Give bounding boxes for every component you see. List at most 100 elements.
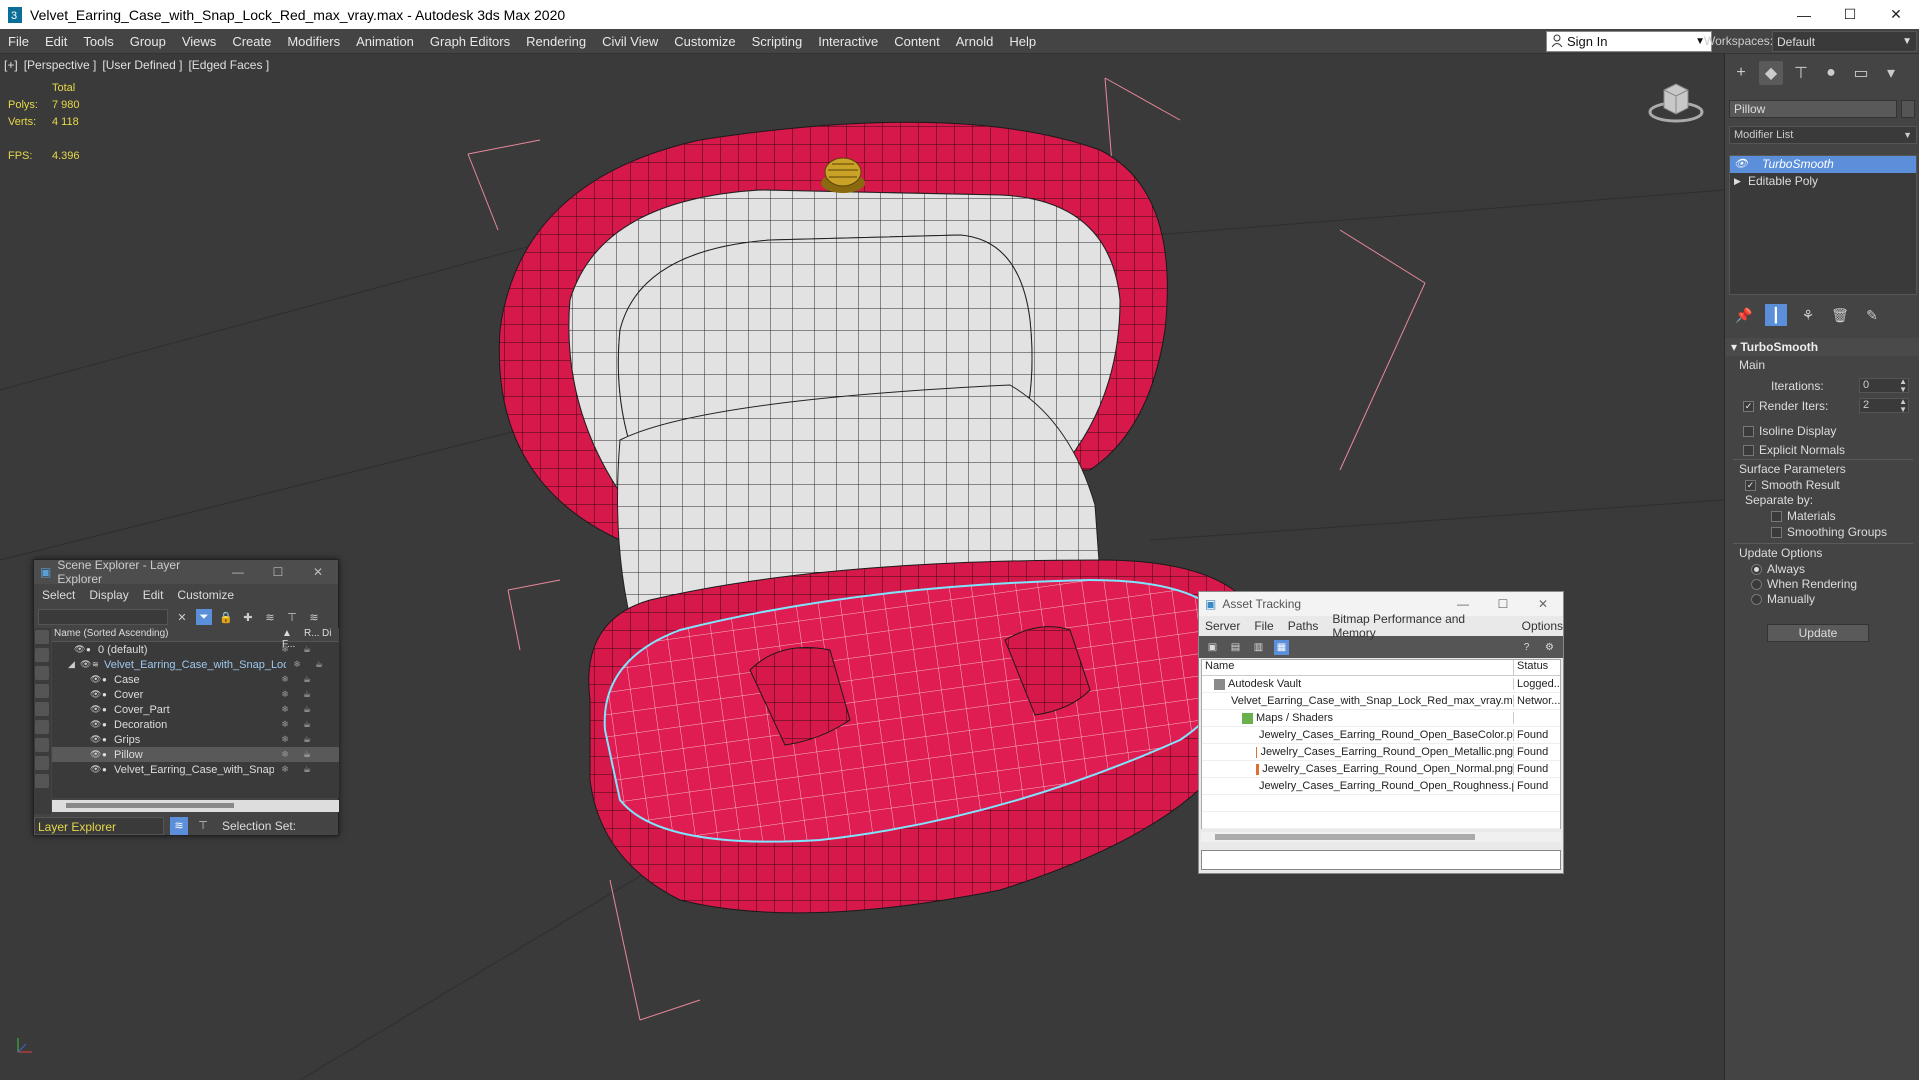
- menu-scripting[interactable]: Scripting: [744, 29, 811, 54]
- render-icon[interactable]: ☕: [296, 689, 318, 700]
- pin-stack-icon[interactable]: 📌: [1733, 304, 1755, 326]
- menu-edit[interactable]: Edit: [37, 29, 75, 54]
- filter-shapes-icon[interactable]: [35, 648, 49, 662]
- freeze-icon[interactable]: ❄: [274, 764, 296, 775]
- search-input[interactable]: [38, 609, 168, 625]
- update-button[interactable]: Update: [1767, 624, 1869, 642]
- settings-icon[interactable]: ⚙: [1542, 640, 1557, 655]
- freeze-icon[interactable]: ❄: [274, 674, 296, 685]
- asset-row[interactable]: Velvet_Earring_Case_with_Snap_Lock_Red_m…: [1202, 693, 1560, 710]
- layer-row[interactable]: 👁 ● Grips ❄ ☕: [52, 732, 339, 747]
- close-button[interactable]: ✕: [1523, 597, 1563, 611]
- eye-icon[interactable]: 👁: [80, 659, 92, 670]
- stack-item-turbosmooth[interactable]: 👁 TurboSmooth: [1730, 156, 1916, 173]
- spinner-arrows-icon[interactable]: ▲ ▼: [1899, 378, 1907, 394]
- maximize-button[interactable]: ☐: [258, 565, 298, 579]
- sign-in-dropdown[interactable]: Sign In ▼: [1546, 31, 1712, 52]
- freeze-icon[interactable]: ❄: [286, 659, 308, 670]
- eye-icon[interactable]: 👁: [1734, 156, 1748, 173]
- maximize-button[interactable]: ☐: [1483, 597, 1523, 611]
- filter-bones-icon[interactable]: [35, 774, 49, 788]
- col-render[interactable]: R...: [304, 628, 322, 641]
- menu-group[interactable]: Group: [122, 29, 174, 54]
- menu-interactive[interactable]: Interactive: [810, 29, 886, 54]
- hierarchy-icon[interactable]: ⊤: [284, 609, 300, 625]
- filter-xrefs-icon[interactable]: [35, 756, 49, 770]
- freeze-icon[interactable]: ❄: [274, 689, 296, 700]
- layer-mode-icon[interactable]: ≋: [170, 816, 188, 835]
- layer-row[interactable]: 👁● Velvet_Earring_Case_with_Snap_Lock_Red…: [52, 762, 339, 777]
- scrollbar-thumb[interactable]: [1215, 834, 1475, 840]
- utilities-icon[interactable]: ▾: [1879, 61, 1903, 85]
- viewport-shading-label[interactable]: [User Defined ]: [102, 58, 182, 72]
- expand-triangle-icon[interactable]: ▶: [1734, 173, 1748, 190]
- freeze-icon[interactable]: ❄: [274, 719, 296, 730]
- eye-icon[interactable]: 👁: [90, 674, 102, 685]
- isoline-display-checkbox[interactable]: [1743, 426, 1754, 437]
- horizontal-scrollbar[interactable]: [52, 800, 339, 812]
- clear-search-icon[interactable]: ✕: [174, 609, 190, 625]
- render-icon[interactable]: ☕: [296, 674, 318, 685]
- asset-row[interactable]: Jewelry_Cases_Earring_Round_Open_Metalli…: [1202, 744, 1560, 761]
- layer-row[interactable]: 👁 ● Cover ❄ ☕: [52, 687, 339, 702]
- render-icon[interactable]: ☕: [296, 704, 318, 715]
- render-iters-checkbox[interactable]: ✓: [1743, 401, 1754, 412]
- viewport-menu-plus[interactable]: [+]: [4, 58, 18, 72]
- asset-path-field[interactable]: [1201, 850, 1561, 870]
- layer-stack-icon[interactable]: ≋: [306, 609, 322, 625]
- menu-animation[interactable]: Animation: [348, 29, 422, 54]
- render-icon[interactable]: ☕: [296, 764, 318, 775]
- show-end-result-icon[interactable]: ┃: [1765, 304, 1787, 326]
- layer-row[interactable]: ◢👁≋ Velvet_Earring_Case_with_Snap_Lock_Re…: [52, 657, 339, 672]
- render-icon[interactable]: ☕: [296, 734, 318, 745]
- menu-tools[interactable]: Tools: [75, 29, 121, 54]
- detail-view-icon[interactable]: ▥: [1251, 640, 1266, 655]
- menu-create[interactable]: Create: [224, 29, 279, 54]
- when-rendering-radio[interactable]: [1751, 579, 1762, 590]
- eye-icon[interactable]: 👁: [90, 749, 102, 760]
- expand-triangle-icon[interactable]: ◢: [68, 659, 80, 670]
- menu-edit[interactable]: Edit: [143, 588, 164, 602]
- close-button[interactable]: ✕: [298, 565, 338, 579]
- make-unique-icon[interactable]: ⚘: [1797, 304, 1819, 326]
- hierarchy-mode-icon[interactable]: ⊤: [194, 817, 212, 835]
- eye-icon[interactable]: 👁: [90, 689, 102, 700]
- modifier-list-dropdown[interactable]: Modifier List ▼: [1729, 126, 1917, 144]
- create-icon[interactable]: +: [1729, 61, 1753, 85]
- menu-modifiers[interactable]: Modifiers: [279, 29, 348, 54]
- menu-options[interactable]: Options: [1522, 619, 1563, 633]
- rollout-header[interactable]: ▾ TurboSmooth: [1725, 338, 1919, 356]
- filter-lights-icon[interactable]: [35, 666, 49, 680]
- asset-row[interactable]: Jewelry_Cases_Earring_Round_Open_BaseCol…: [1202, 727, 1560, 744]
- table-view-icon[interactable]: ▦: [1274, 639, 1289, 655]
- freeze-icon[interactable]: ❄: [274, 644, 296, 655]
- layer-row[interactable]: 👁 ● 0 (default) ❄ ☕: [52, 642, 339, 657]
- freeze-icon[interactable]: ❄: [274, 704, 296, 715]
- eye-icon[interactable]: 👁: [74, 644, 86, 655]
- menu-views[interactable]: Views: [174, 29, 224, 54]
- hierarchy-icon[interactable]: ⊤: [1789, 61, 1813, 85]
- close-button[interactable]: ✕: [1873, 0, 1919, 29]
- menu-customize[interactable]: Customize: [666, 29, 743, 54]
- scene-explorer-titlebar[interactable]: ▣ Scene Explorer - Layer Explorer — ☐ ✕: [34, 558, 338, 586]
- explicit-normals-checkbox[interactable]: [1743, 445, 1754, 456]
- col-status[interactable]: Status: [1514, 660, 1548, 675]
- eye-icon[interactable]: 👁: [90, 704, 102, 715]
- menu-select[interactable]: Select: [42, 588, 75, 602]
- menu-civil-view[interactable]: Civil View: [594, 29, 666, 54]
- layer-row[interactable]: 👁 ● Case ❄ ☕: [52, 672, 339, 687]
- workspace-select[interactable]: Default ▼: [1772, 31, 1917, 52]
- col-name[interactable]: Name (Sorted Ascending): [52, 628, 282, 641]
- eye-icon[interactable]: 👁: [90, 734, 102, 745]
- horizontal-scrollbar[interactable]: [1201, 832, 1561, 842]
- lock-icon[interactable]: 🔒: [218, 609, 234, 625]
- col-display[interactable]: Di: [322, 628, 331, 641]
- asset-row[interactable]: Autodesk Vault Logged...: [1202, 676, 1560, 693]
- menu-file[interactable]: File: [1254, 619, 1273, 633]
- viewport-label[interactable]: [+] [Perspective ] [User Defined ] [Edged F…: [4, 58, 275, 72]
- asset-row[interactable]: Maps / Shaders: [1202, 710, 1560, 727]
- stack-item-editable-poly[interactable]: ▶ Editable Poly: [1730, 173, 1916, 190]
- render-icon[interactable]: ☕: [308, 659, 330, 670]
- filter-geometry-icon[interactable]: [35, 630, 49, 644]
- menu-paths[interactable]: Paths: [1288, 619, 1319, 633]
